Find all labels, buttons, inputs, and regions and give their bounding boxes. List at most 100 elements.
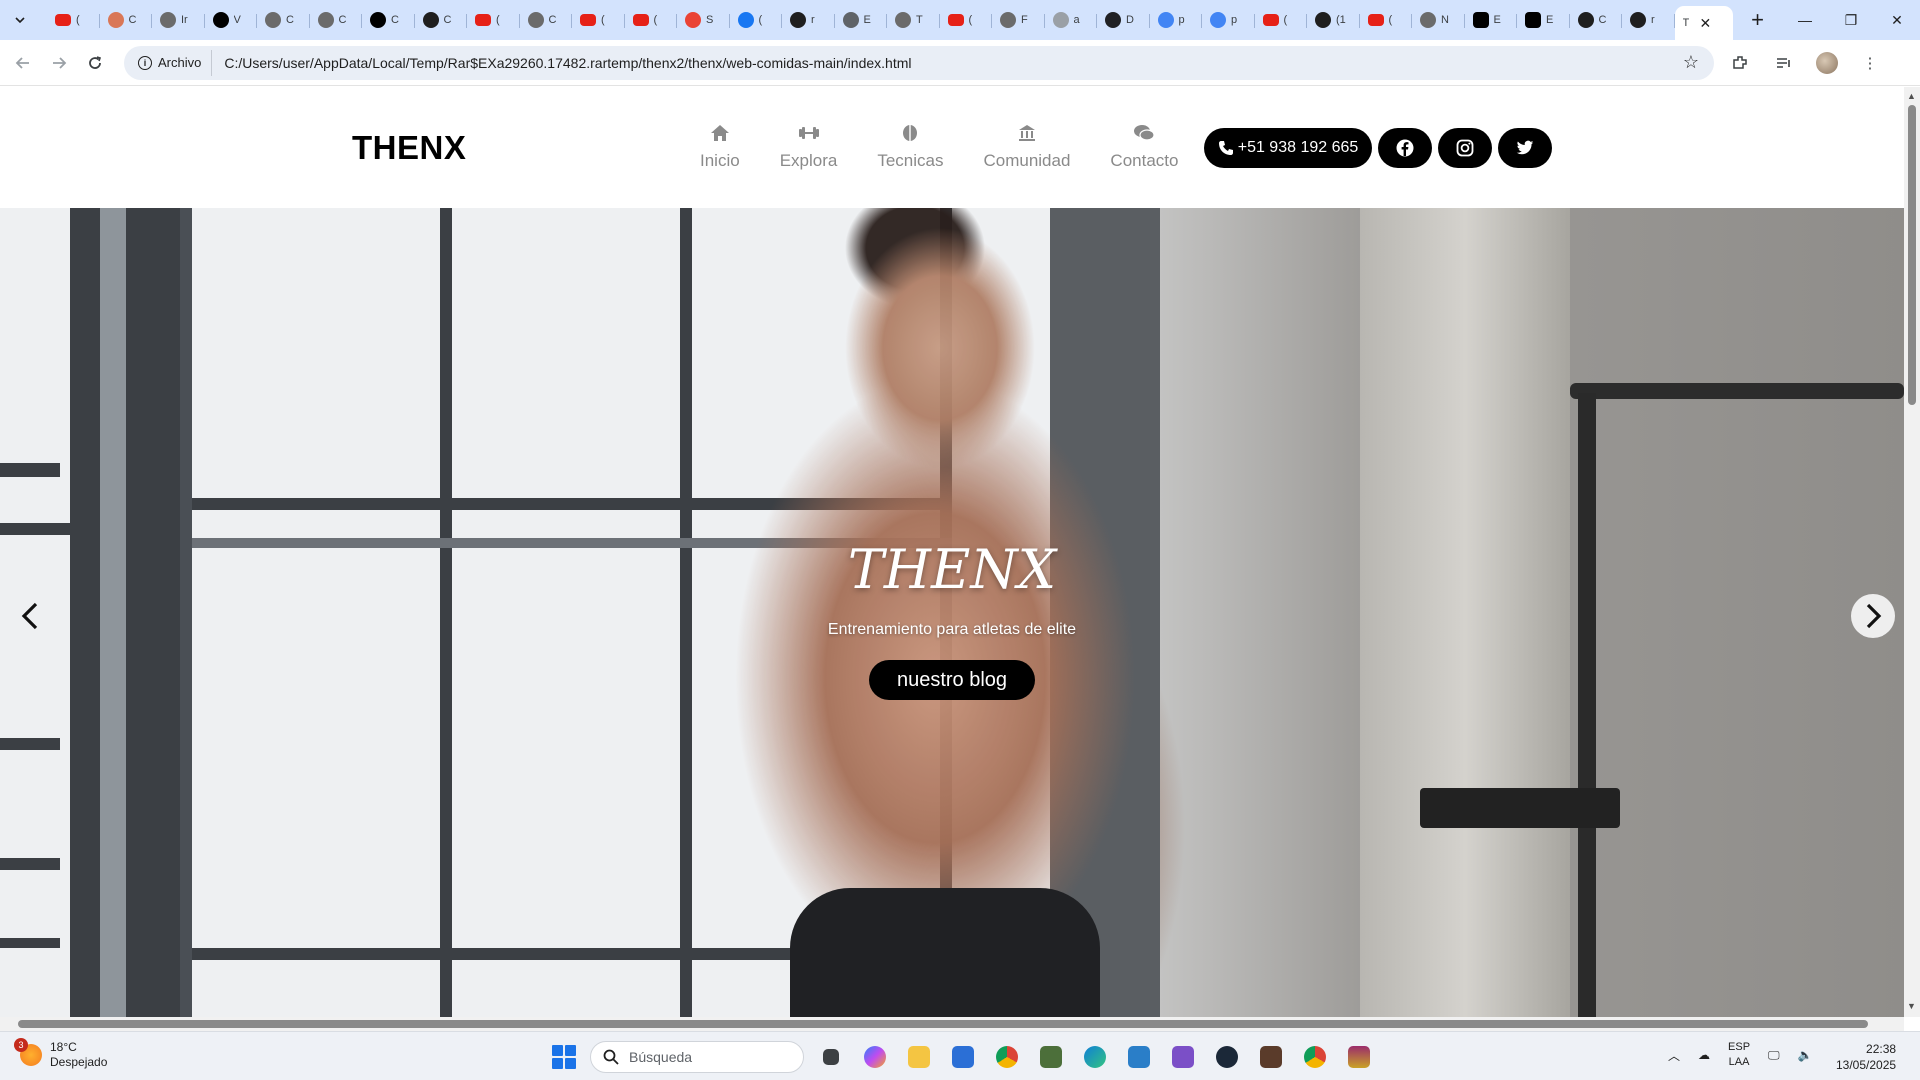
clock-time: 22:38	[1866, 1042, 1897, 1056]
store-icon[interactable]	[946, 1040, 980, 1074]
facebook-button[interactable]	[1378, 128, 1432, 168]
game-launcher-icon[interactable]	[1254, 1040, 1288, 1074]
active-tab[interactable]: T ✕	[1674, 6, 1733, 40]
bookmark-star-icon[interactable]: ☆	[1676, 52, 1706, 73]
task-view-icon[interactable]	[814, 1040, 848, 1074]
browser-tab[interactable]: (	[625, 5, 678, 35]
site-info-chip[interactable]: i Archivo	[134, 49, 213, 76]
horizontal-scrollbar[interactable]	[0, 1017, 1904, 1031]
chrome-profile-icon[interactable]	[1298, 1040, 1332, 1074]
carousel-prev-button[interactable]	[14, 594, 46, 638]
url-text[interactable]: C:/Users/user/AppData/Local/Temp/Rar$EXa…	[224, 55, 1676, 71]
browser-tab[interactable]: (	[1255, 5, 1308, 35]
new-tab-button[interactable]: +	[1743, 5, 1773, 35]
browser-tab[interactable]: N	[1412, 5, 1465, 35]
browser-tab[interactable]: r	[1622, 5, 1675, 35]
taskbar-search[interactable]: Búsqueda	[590, 1041, 804, 1073]
tab-search-button[interactable]	[7, 7, 33, 33]
scroll-up-icon[interactable]: ▲	[1907, 91, 1916, 101]
minimize-icon[interactable]: —	[1782, 0, 1828, 40]
nav-item-inicio[interactable]: Inicio	[700, 121, 740, 171]
nav-item-tecnicas[interactable]: Tecnicas	[877, 121, 943, 171]
copilot-icon[interactable]	[858, 1040, 892, 1074]
browser-tab[interactable]: r	[782, 5, 835, 35]
vertical-scrollbar[interactable]: ▲ ▼	[1904, 87, 1920, 1017]
browser-tab[interactable]: D	[1097, 5, 1150, 35]
reload-button[interactable]	[80, 48, 110, 78]
facebook-icon	[737, 12, 754, 28]
language-indicator[interactable]: ESP LAA	[1728, 1040, 1750, 1070]
browser-tab[interactable]: (	[467, 5, 520, 35]
taskbar-clock[interactable]: 22:38 13/05/2025	[1836, 1041, 1896, 1073]
blog-button[interactable]: nuestro blog	[869, 660, 1035, 700]
profile-avatar[interactable]	[1816, 51, 1838, 74]
chatgpt-icon	[1420, 12, 1436, 28]
browser-tab[interactable]: E	[1465, 5, 1518, 35]
browser-tab[interactable]: (	[730, 5, 783, 35]
more-menu-icon[interactable]: ⋮	[1858, 51, 1882, 75]
nav-item-contacto[interactable]: Contacto	[1110, 121, 1178, 171]
close-window-icon[interactable]: ✕	[1874, 0, 1920, 40]
browser-tab[interactable]: C	[310, 5, 363, 35]
chrome-icon[interactable]	[990, 1040, 1024, 1074]
browser-tab[interactable]: (1	[1307, 5, 1360, 35]
address-bar[interactable]: i Archivo C:/Users/user/AppData/Local/Te…	[124, 45, 1714, 80]
browser-tab[interactable]: (	[572, 5, 625, 35]
browser-tab[interactable]: C	[520, 5, 573, 35]
google-icon	[1157, 12, 1174, 28]
weather-widget[interactable]: 3 18°C Despejado	[14, 1038, 107, 1070]
browser-tab[interactable]: S	[677, 5, 730, 35]
browser-tab[interactable]: p	[1202, 5, 1255, 35]
hr-icon	[1525, 12, 1541, 28]
nav-item-explora[interactable]: Explora	[780, 121, 837, 171]
game-app-icon[interactable]	[1034, 1040, 1068, 1074]
browser-tab[interactable]: V	[205, 5, 258, 35]
browser-tab[interactable]: a	[1045, 5, 1098, 35]
steam-icon[interactable]	[1210, 1040, 1244, 1074]
vertical-scroll-thumb[interactable]	[1908, 105, 1916, 405]
visual-studio-icon[interactable]	[1166, 1040, 1200, 1074]
twitter-button[interactable]	[1498, 128, 1552, 168]
browser-tab[interactable]: C	[415, 5, 468, 35]
nav-label: Contacto	[1110, 151, 1179, 170]
nav-item-comunidad[interactable]: Comunidad	[983, 121, 1070, 171]
browser-tab[interactable]: Ir	[152, 5, 205, 35]
start-button[interactable]	[548, 1041, 580, 1073]
browser-tab[interactable]: (	[47, 5, 100, 35]
extensions-icon[interactable]	[1728, 51, 1752, 75]
browser-tab[interactable]: E	[835, 5, 888, 35]
back-button[interactable]	[8, 48, 38, 78]
volume-icon[interactable]: 🔈	[1798, 1048, 1813, 1062]
browser-tab[interactable]: C	[257, 5, 310, 35]
phone-button[interactable]: +51 938 192 665	[1204, 128, 1372, 168]
onedrive-icon[interactable]: ☁	[1698, 1048, 1710, 1062]
browser-tab[interactable]: C	[100, 5, 153, 35]
restore-icon[interactable]: ❐	[1828, 0, 1874, 40]
browser-tab[interactable]: E	[1517, 5, 1570, 35]
winrar-icon[interactable]	[1342, 1040, 1376, 1074]
browser-tab[interactable]: p	[1150, 5, 1203, 35]
close-tab-icon[interactable]: ✕	[1700, 15, 1712, 32]
browser-tab[interactable]: (	[940, 5, 993, 35]
tray-overflow-icon[interactable]: ︿	[1668, 1047, 1680, 1064]
forward-button[interactable]	[44, 48, 74, 78]
media-control-icon[interactable]	[1772, 51, 1796, 75]
chatgpt-icon	[895, 12, 911, 28]
instagram-icon	[1456, 139, 1474, 157]
chevron-left-icon	[21, 602, 38, 630]
scroll-down-icon[interactable]: ▼	[1907, 1001, 1916, 1011]
file-explorer-icon[interactable]	[902, 1040, 936, 1074]
horizontal-scroll-thumb[interactable]	[18, 1020, 1868, 1028]
browser-tab[interactable]: C	[1570, 5, 1623, 35]
instagram-button[interactable]	[1438, 128, 1492, 168]
browser-tab[interactable]: T	[887, 5, 940, 35]
site-logo[interactable]: THENX	[352, 129, 466, 167]
edge-icon[interactable]	[1078, 1040, 1112, 1074]
browser-tab[interactable]: F	[992, 5, 1045, 35]
carousel-next-button[interactable]	[1851, 594, 1895, 638]
browser-tab[interactable]: (	[1360, 5, 1413, 35]
network-icon[interactable]: 🖵	[1768, 1048, 1780, 1063]
vscode-icon[interactable]	[1122, 1040, 1156, 1074]
browser-tab[interactable]: C	[362, 5, 415, 35]
windows-taskbar: 3 18°C Despejado Búsqueda ︿ ☁ ESP LAA 🖵 …	[0, 1031, 1920, 1080]
